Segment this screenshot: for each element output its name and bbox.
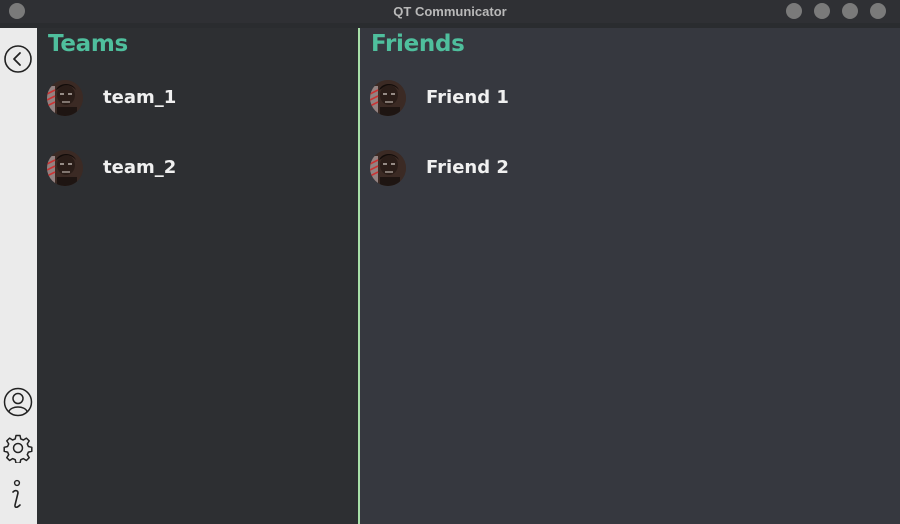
team-label: team_1 <box>103 87 177 108</box>
friend-item[interactable]: Friend 1 <box>370 80 670 116</box>
friend-item[interactable]: Friend 2 <box>370 150 670 186</box>
window-close-button[interactable] <box>870 3 886 19</box>
avatar <box>47 150 83 186</box>
profile-icon[interactable] <box>3 387 33 417</box>
window-minimize-button[interactable] <box>814 3 830 19</box>
window-shade-button[interactable] <box>786 3 802 19</box>
avatar <box>47 80 83 116</box>
team-label: team_2 <box>103 157 177 178</box>
title-bar: QT Communicator <box>0 0 900 23</box>
avatar <box>370 150 406 186</box>
friend-label: Friend 2 <box>426 157 509 178</box>
friend-label: Friend 1 <box>426 87 509 108</box>
teams-panel: Teams team_1 team_2 <box>37 28 358 524</box>
team-item[interactable]: team_2 <box>47 150 347 186</box>
team-item[interactable]: team_1 <box>47 80 347 116</box>
friends-heading: Friends <box>371 31 465 57</box>
window-maximize-button[interactable] <box>842 3 858 19</box>
back-icon[interactable] <box>3 44 33 74</box>
teams-heading: Teams <box>48 31 128 57</box>
info-icon[interactable] <box>3 478 33 512</box>
side-rail <box>0 28 37 524</box>
friends-panel: Friends Friend 1 Friend 2 <box>360 28 900 524</box>
settings-icon[interactable] <box>3 433 33 463</box>
window-title: QT Communicator <box>393 4 507 19</box>
avatar <box>370 80 406 116</box>
